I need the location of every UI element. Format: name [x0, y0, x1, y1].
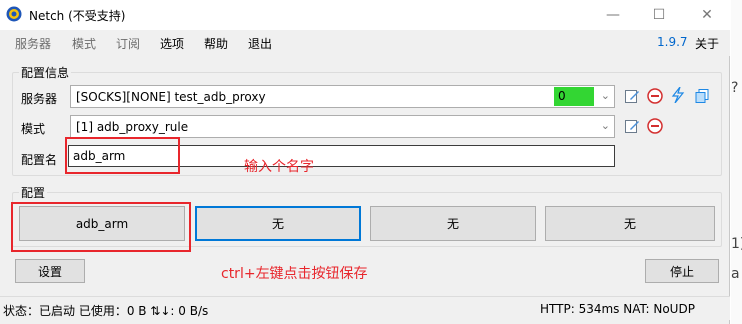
mode-select-value: [1] adb_proxy_rule: [76, 120, 189, 134]
background-fragment: ?: [731, 80, 739, 96]
server-select-value: [SOCKS][NONE] test_adb_proxy: [76, 90, 266, 104]
menu-subscription[interactable]: 订阅: [116, 35, 140, 52]
background-fragment: 1): [731, 236, 742, 252]
status-bar: 状态：已启动 已使用：0 B ⇅↓: 0 B/s HTTP: 534ms NAT…: [0, 296, 730, 320]
chevron-down-icon: ⌄: [600, 119, 610, 132]
menu-mode[interactable]: 模式: [72, 35, 96, 52]
speed-test-icon[interactable]: [670, 87, 686, 103]
menu-server[interactable]: 服务器: [15, 35, 51, 52]
name-hint-annotation: 输入个名字: [244, 159, 314, 175]
maximize-icon: ☐: [652, 7, 666, 23]
server-delay-badge: 0: [554, 87, 594, 106]
mode-select[interactable]: [1] adb_proxy_rule ⌄: [70, 115, 615, 138]
save-hint-annotation: ctrl+左键点击按钮保存: [221, 266, 368, 282]
menu-bar: 服务器 模式 订阅 选项 帮助 退出 1.9.7 关于: [0, 30, 730, 56]
netch-app-icon: [6, 6, 22, 22]
settings-button[interactable]: 设置: [15, 259, 85, 283]
status-text: 状态：已启动 已使用：0 B ⇅↓: 0 B/s: [3, 304, 209, 318]
minimize-button[interactable]: —: [590, 0, 636, 30]
menu-exit[interactable]: 退出: [248, 35, 272, 52]
title-bar: Netch (不受支持) — ☐ ✕: [0, 0, 730, 30]
delete-mode-icon[interactable]: [647, 118, 663, 134]
name-highlight-box: [65, 137, 180, 174]
copy-server-icon[interactable]: [694, 88, 710, 104]
profile-button-4[interactable]: 无: [545, 206, 715, 241]
edit-mode-icon[interactable]: [624, 118, 640, 134]
server-select[interactable]: [SOCKS][NONE] test_adb_proxy ⌄: [70, 85, 615, 108]
window-title: Netch (不受支持): [29, 9, 126, 23]
profile-name-label: 配置名: [21, 153, 58, 167]
profile-highlight-box: [11, 202, 191, 252]
profile-button-2[interactable]: 无: [195, 206, 361, 241]
menu-help[interactable]: 帮助: [204, 35, 228, 52]
menu-options[interactable]: 选项: [160, 35, 184, 52]
mode-label: 模式: [21, 122, 46, 136]
minimize-icon: —: [606, 7, 620, 23]
version-link[interactable]: 1.9.7: [657, 35, 688, 49]
server-label: 服务器: [21, 92, 58, 106]
delete-server-icon[interactable]: [647, 88, 663, 104]
latency-text: HTTP: 534ms NAT: NoUDP: [540, 302, 695, 316]
stop-button[interactable]: 停止: [645, 259, 719, 283]
profile-button-3[interactable]: 无: [370, 206, 536, 241]
profiles-label: 配置: [19, 184, 48, 201]
config-info-label: 配置信息: [19, 64, 72, 81]
edit-server-icon[interactable]: [624, 88, 640, 104]
netch-window: Netch (不受支持) — ☐ ✕ 服务器 模式 订阅 选项 帮助 退出 1.…: [0, 0, 730, 324]
menu-about[interactable]: 关于: [695, 35, 719, 52]
close-icon: ✕: [701, 7, 713, 23]
chevron-down-icon: ⌄: [600, 89, 610, 102]
close-button[interactable]: ✕: [684, 0, 730, 30]
maximize-button[interactable]: ☐: [636, 0, 682, 30]
background-fragment: a: [731, 266, 740, 282]
